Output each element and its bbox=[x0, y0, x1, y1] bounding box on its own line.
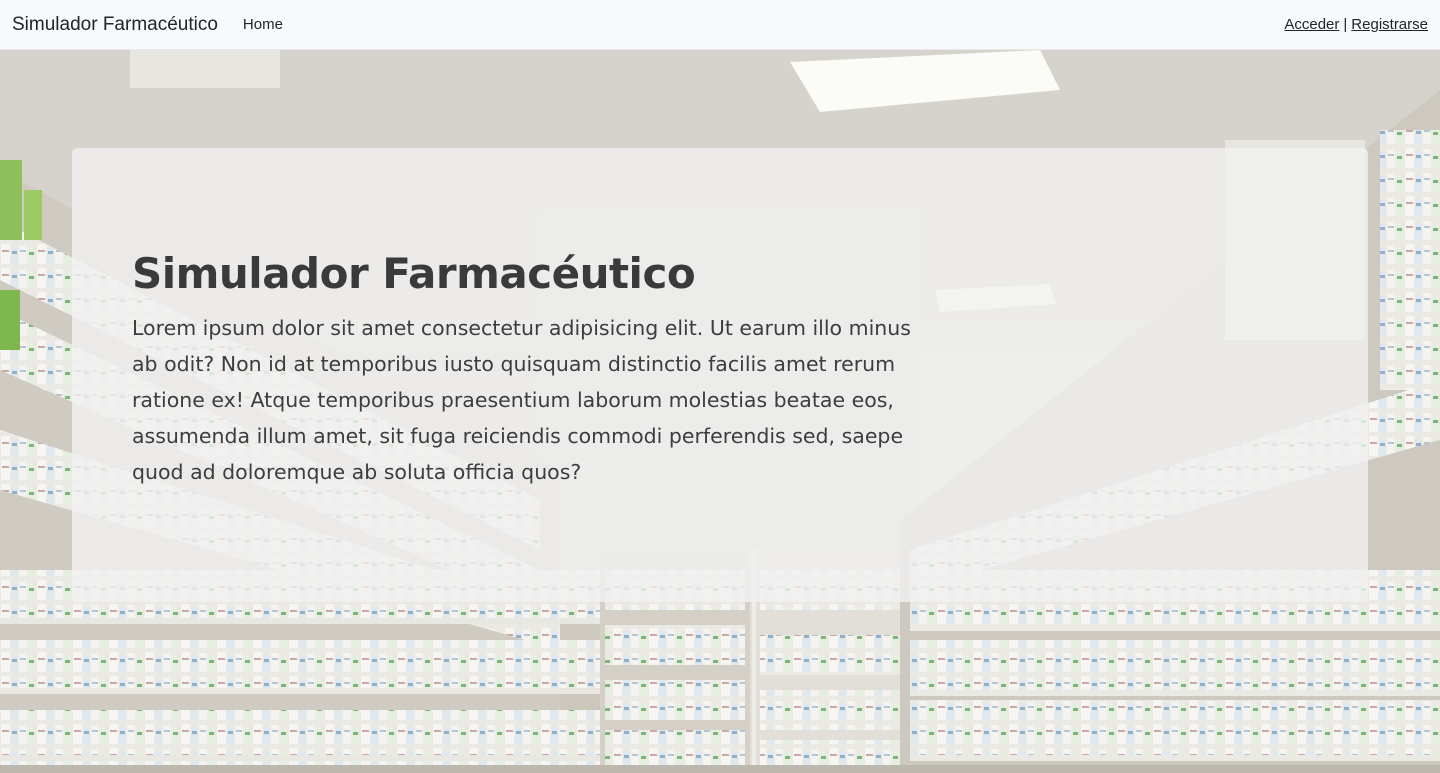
brand-link[interactable]: Simulador Farmacéutico bbox=[12, 14, 218, 36]
register-link[interactable]: Registrarse bbox=[1351, 16, 1428, 33]
auth-separator: | bbox=[1343, 16, 1348, 33]
top-navbar: Simulador Farmacéutico Home Acceder | Regi… bbox=[0, 0, 1440, 50]
hero-description: Lorem ipsum dolor sit amet consectetur a… bbox=[132, 316, 911, 484]
auth-links: Acceder | Registrarse bbox=[1284, 16, 1428, 33]
nav-link-home[interactable]: Home bbox=[243, 16, 283, 33]
login-link[interactable]: Acceder bbox=[1284, 16, 1339, 33]
hero-card: Simulador Farmacéutico Lorem ipsum dolor… bbox=[72, 148, 1368, 602]
hero-title: Simulador Farmacéutico bbox=[132, 249, 696, 298]
hero-background-image: Simulador Farmacéutico Lorem ipsum dolor… bbox=[0, 50, 1440, 773]
